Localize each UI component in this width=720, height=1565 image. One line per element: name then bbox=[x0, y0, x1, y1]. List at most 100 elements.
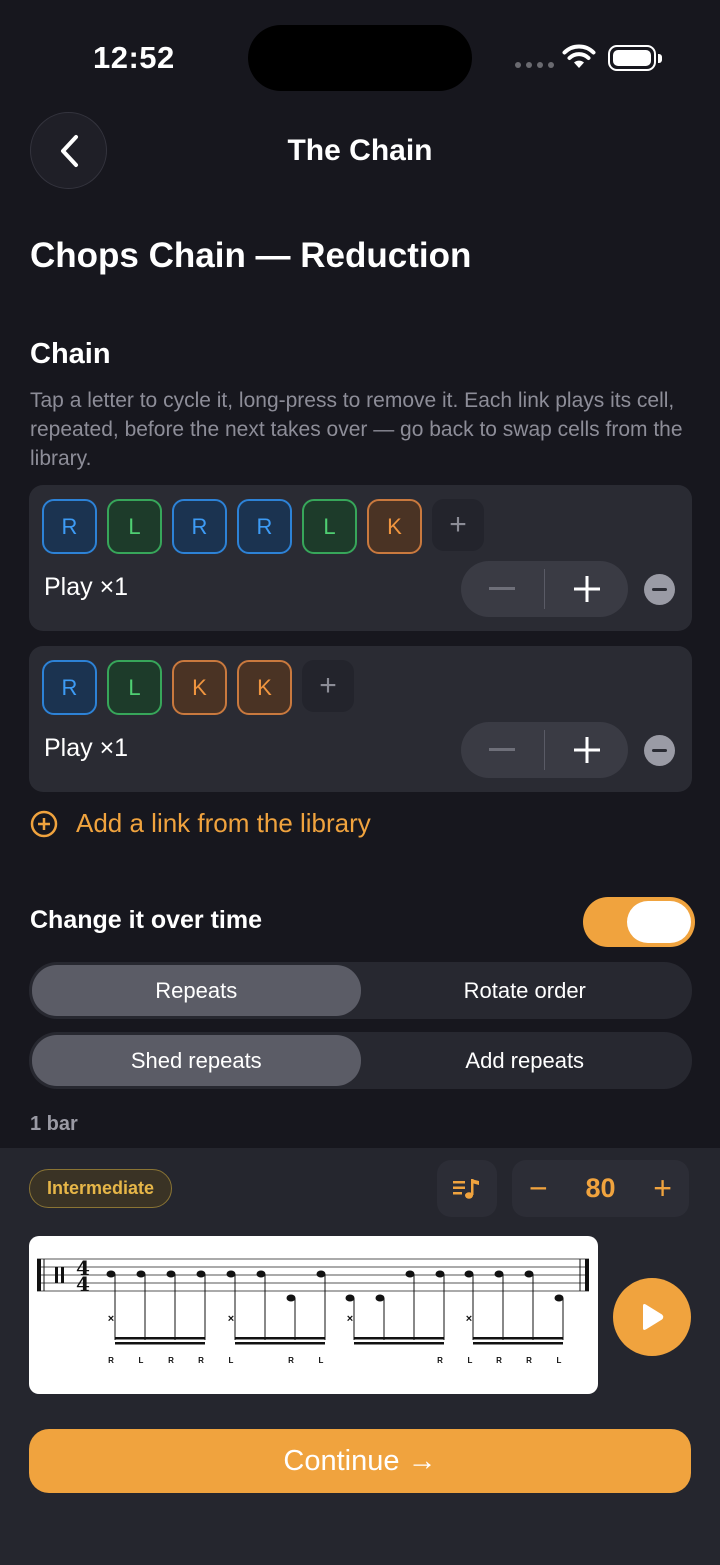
letter-chip[interactable]: R bbox=[172, 499, 227, 554]
kick-note: × bbox=[108, 1313, 114, 1325]
kick-note: × bbox=[228, 1313, 234, 1325]
tempo-increase-button[interactable]: + bbox=[653, 1170, 672, 1207]
play-button[interactable] bbox=[613, 1278, 691, 1356]
sticking-label: R bbox=[496, 1356, 502, 1365]
note-head bbox=[524, 1270, 534, 1278]
note-head bbox=[345, 1294, 355, 1302]
note-head bbox=[375, 1294, 385, 1302]
sticking-label: R bbox=[198, 1356, 204, 1365]
change-over-time-toggle[interactable] bbox=[583, 897, 695, 947]
repeat-stepper bbox=[461, 561, 628, 617]
tempo-control: − 80 + bbox=[512, 1160, 689, 1217]
kick-note: × bbox=[347, 1313, 353, 1325]
remove-link-button[interactable] bbox=[644, 574, 675, 605]
beam bbox=[235, 1342, 325, 1345]
letter-chip[interactable]: K bbox=[367, 499, 422, 554]
status-time: 12:52 bbox=[93, 40, 175, 75]
status-bar: 12:52 bbox=[0, 0, 720, 110]
minus-icon bbox=[489, 748, 516, 751]
plus-icon bbox=[573, 576, 600, 602]
beam bbox=[115, 1342, 205, 1345]
barline bbox=[37, 1259, 41, 1291]
letter-row: R L R R L K + bbox=[42, 499, 484, 554]
beam bbox=[115, 1337, 205, 1340]
note-head bbox=[106, 1270, 116, 1278]
sticking-label: R bbox=[526, 1356, 532, 1365]
letter-chip[interactable]: R bbox=[237, 499, 292, 554]
sticking-label: L bbox=[319, 1356, 324, 1365]
barline bbox=[585, 1259, 589, 1291]
add-link-label: Add a link from the library bbox=[76, 808, 371, 838]
dynamic-island bbox=[248, 25, 472, 91]
note-head bbox=[256, 1270, 266, 1278]
continue-button[interactable]: Continue → bbox=[29, 1429, 691, 1493]
segment-repeats[interactable]: Repeats bbox=[32, 965, 361, 1016]
continue-label: Continue → bbox=[283, 1444, 437, 1477]
sticking-label: L bbox=[139, 1356, 144, 1365]
increment-button[interactable] bbox=[545, 722, 628, 778]
sticking-label: L bbox=[468, 1356, 473, 1365]
decrement-button[interactable] bbox=[461, 561, 544, 617]
drum-notation: 44× × × ×R L R R L R L R L R R L bbox=[37, 1256, 589, 1365]
add-letter-button[interactable]: + bbox=[432, 499, 484, 551]
chain-heading: Chain bbox=[30, 338, 111, 370]
beam bbox=[354, 1342, 444, 1345]
minus-icon bbox=[489, 587, 516, 590]
nav-title: The Chain bbox=[287, 134, 433, 167]
add-letter-button[interactable]: + bbox=[302, 660, 354, 712]
remove-link-button[interactable] bbox=[644, 735, 675, 766]
decrement-button[interactable] bbox=[461, 722, 544, 778]
note-head bbox=[405, 1270, 415, 1278]
player-panel: Intermediate − 80 + 4 4 × × × × R L R R L R L R L R R L C… bbox=[0, 1148, 720, 1565]
sticking-label: R bbox=[168, 1356, 174, 1365]
letter-chip[interactable]: R bbox=[42, 499, 97, 554]
change-direction-segmented-control: Shed repeats Add repeats bbox=[29, 1032, 692, 1089]
letter-chip[interactable]: L bbox=[302, 499, 357, 554]
note-head bbox=[554, 1294, 564, 1302]
segment-rotate-order[interactable]: Rotate order bbox=[361, 965, 690, 1016]
increment-button[interactable] bbox=[545, 561, 628, 617]
note-head bbox=[196, 1270, 206, 1278]
music-list-icon bbox=[453, 1178, 479, 1199]
note-head bbox=[494, 1270, 504, 1278]
beam bbox=[354, 1337, 444, 1340]
plus-icon bbox=[573, 737, 600, 763]
beam bbox=[235, 1337, 325, 1340]
minus-icon bbox=[652, 588, 667, 591]
repeat-stepper bbox=[461, 722, 628, 778]
letter-chip[interactable]: K bbox=[237, 660, 292, 715]
battery-icon bbox=[608, 45, 662, 71]
notation-settings-button[interactable] bbox=[437, 1160, 497, 1217]
beam bbox=[473, 1342, 563, 1345]
segment-shed-repeats[interactable]: Shed repeats bbox=[32, 1035, 361, 1086]
tempo-decrease-button[interactable]: − bbox=[529, 1170, 548, 1207]
play-count-label: Play ×1 bbox=[44, 573, 129, 601]
letter-row: R L K K + bbox=[42, 660, 354, 715]
note-head bbox=[464, 1270, 474, 1278]
note-head bbox=[316, 1270, 326, 1278]
plus-circle-icon bbox=[30, 810, 58, 837]
minus-icon bbox=[652, 749, 667, 752]
beam bbox=[473, 1337, 563, 1340]
note-head bbox=[435, 1270, 445, 1278]
chain-description: Tap a letter to cycle it, long-press to … bbox=[30, 389, 683, 470]
segment-add-repeats[interactable]: Add repeats bbox=[361, 1035, 690, 1086]
time-signature-bottom: 4 bbox=[76, 1272, 90, 1296]
play-count-label: Play ×1 bbox=[44, 734, 129, 762]
letter-chip[interactable]: R bbox=[42, 660, 97, 715]
letter-chip[interactable]: K bbox=[172, 660, 227, 715]
percussion-clef bbox=[55, 1267, 58, 1283]
level-badge: Intermediate bbox=[29, 1169, 173, 1208]
kick-note: × bbox=[466, 1313, 472, 1325]
note-head bbox=[136, 1270, 146, 1278]
toggle-knob bbox=[627, 901, 691, 943]
chain-link-card: R L R R L K + Play ×1 bbox=[29, 485, 692, 631]
play-icon bbox=[643, 1304, 664, 1330]
letter-chip[interactable]: L bbox=[107, 499, 162, 554]
change-mode-segmented-control: Repeats Rotate order bbox=[29, 962, 692, 1019]
chain-link-card: R L K K + Play ×1 bbox=[29, 646, 692, 792]
letter-chip[interactable]: L bbox=[107, 660, 162, 715]
wifi-icon bbox=[562, 44, 596, 68]
add-link-button[interactable]: Add a link from the library bbox=[30, 808, 371, 839]
note-head bbox=[166, 1270, 176, 1278]
